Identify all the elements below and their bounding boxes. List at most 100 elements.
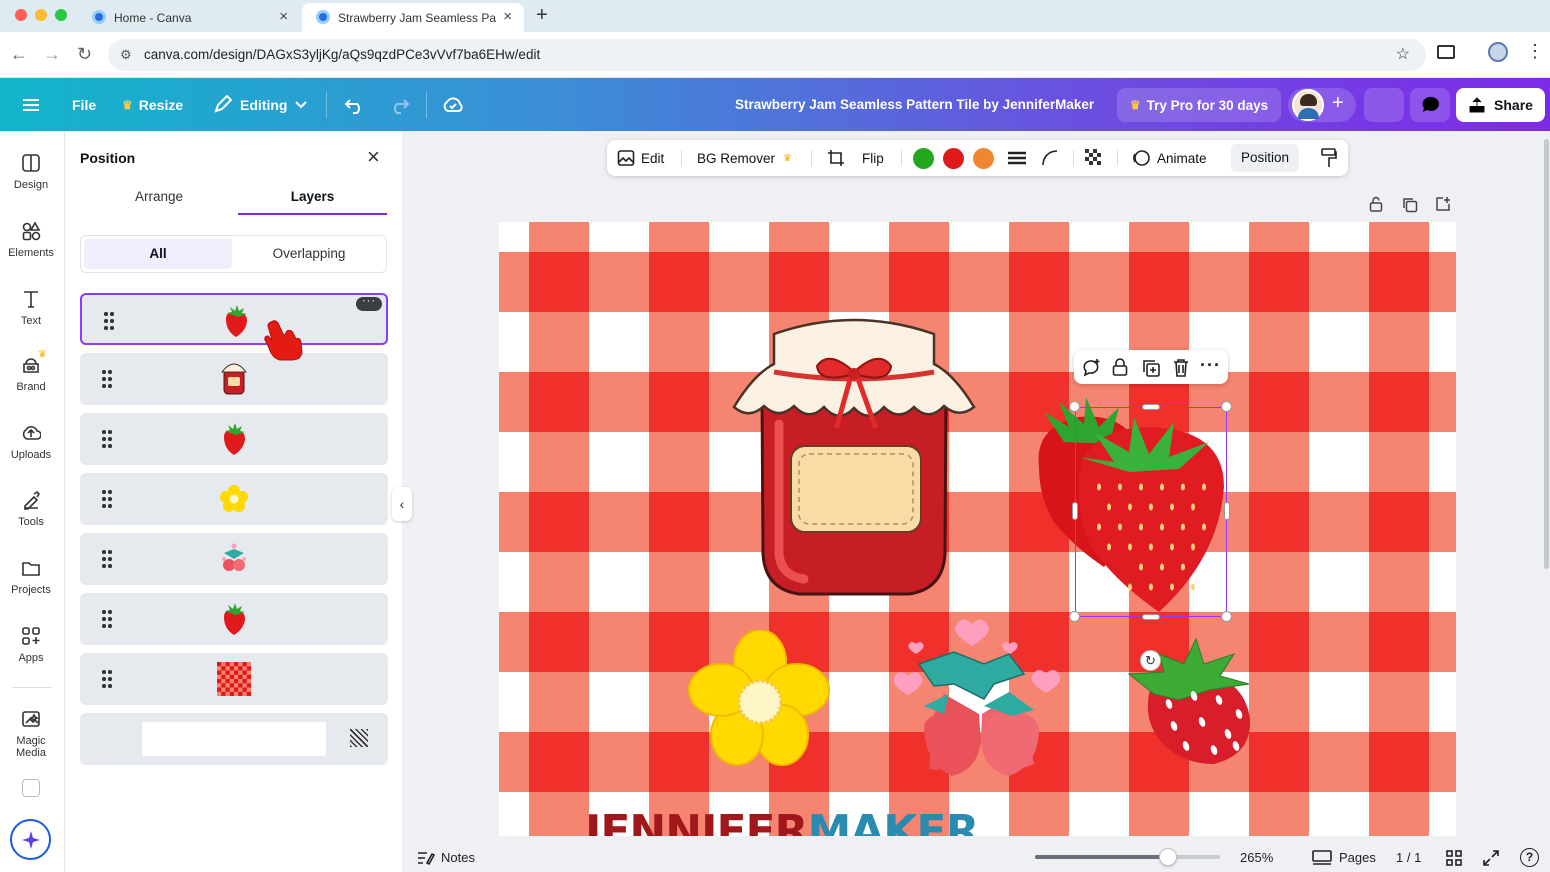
document-title[interactable]: Strawberry Jam Seamless Pattern Tile by … — [735, 78, 1094, 131]
resize-handle-bottom[interactable] — [1142, 614, 1160, 620]
duplicate-page-icon[interactable] — [1402, 197, 1418, 213]
close-tab-icon[interactable]: × — [279, 8, 288, 25]
layer-row-background[interactable] — [80, 713, 388, 765]
nav-brand[interactable]: ♛ Brand — [0, 349, 62, 393]
resize-handle-top-right[interactable] — [1221, 401, 1232, 412]
layer-row-flower[interactable] — [80, 473, 388, 525]
drag-handle-icon[interactable] — [102, 490, 112, 508]
file-menu-button[interactable]: File — [72, 78, 96, 131]
color-swatch-red[interactable] — [943, 148, 964, 169]
resize-handle-top[interactable] — [1142, 404, 1160, 410]
filter-overlapping[interactable]: Overlapping — [234, 239, 384, 269]
edit-image-button[interactable]: Edit — [617, 140, 664, 176]
crop-button[interactable] — [827, 140, 845, 176]
profile-avatar-icon[interactable] — [1488, 42, 1508, 62]
vertical-scrollbar[interactable] — [1544, 139, 1549, 569]
resize-handle-bottom-left[interactable] — [1069, 611, 1080, 622]
layer-row-strawberries-hearts[interactable] — [80, 533, 388, 585]
layer-row-strawberry[interactable]: ··· — [80, 293, 388, 345]
bg-remover-button[interactable]: BG Remover ♛ — [697, 140, 792, 176]
nav-magic-media[interactable]: Magic Media — [0, 709, 62, 759]
back-arrow-icon[interactable]: ← — [10, 44, 28, 65]
copy-style-button[interactable] — [1321, 140, 1337, 176]
resize-handle-bottom-right[interactable] — [1221, 611, 1232, 622]
nav-elements[interactable]: Elements — [0, 221, 62, 259]
drag-handle-icon[interactable] — [102, 670, 112, 688]
add-comment-icon[interactable] — [1082, 358, 1102, 378]
reload-icon[interactable]: ↻ — [77, 44, 92, 65]
border-style-button[interactable] — [1008, 140, 1026, 176]
animate-button[interactable]: Animate — [1131, 140, 1207, 176]
drag-handle-icon[interactable] — [104, 312, 114, 330]
lock-page-icon[interactable] — [1369, 196, 1383, 212]
help-button[interactable]: ? — [1520, 843, 1539, 872]
maximize-window-button[interactable] — [55, 9, 67, 21]
close-window-button[interactable] — [15, 9, 27, 21]
color-swatch-green[interactable] — [913, 148, 934, 169]
url-field[interactable]: ⚙ canva.com/design/DAGxS3yljKg/aQs9qzdPC… — [108, 39, 1426, 71]
minimize-window-button[interactable] — [35, 9, 47, 21]
nav-uploads[interactable]: Uploads — [0, 423, 62, 461]
layer-row-strawberry[interactable] — [80, 413, 388, 465]
resize-handle-right[interactable] — [1224, 502, 1230, 520]
drag-handle-icon[interactable] — [102, 430, 112, 448]
fullscreen-button[interactable] — [1483, 843, 1499, 872]
pages-button[interactable]: Pages — [1312, 843, 1376, 872]
tab-arrange[interactable]: Arrange — [85, 189, 233, 204]
duplicate-icon[interactable] — [1141, 358, 1161, 378]
editing-mode-dropdown[interactable]: Editing — [212, 78, 308, 131]
nav-text[interactable]: Text — [0, 289, 62, 327]
resize-button[interactable]: ♛ Resize — [122, 78, 183, 131]
nav-apps[interactable]: Apps — [0, 626, 62, 664]
main-menu-button[interactable] — [22, 78, 40, 131]
layer-row-gingham[interactable] — [80, 653, 388, 705]
new-tab-icon[interactable]: + — [536, 4, 548, 27]
save-status-button[interactable] — [442, 78, 464, 131]
insights-button[interactable] — [1364, 88, 1404, 122]
nav-tools[interactable]: Tools — [0, 490, 62, 528]
magic-assistant-button[interactable] — [10, 819, 51, 860]
resize-handle-top-left[interactable] — [1069, 401, 1080, 412]
drag-handle-icon[interactable] — [102, 550, 112, 568]
design-page[interactable]: JENNIFERMAKER — [499, 222, 1456, 836]
close-tab-icon[interactable]: × — [503, 8, 512, 25]
grid-view-button[interactable] — [1446, 843, 1462, 872]
comments-button[interactable] — [1410, 88, 1450, 122]
browser-menu-icon[interactable]: ⋮ — [1526, 41, 1544, 62]
collapse-panel-button[interactable]: ‹ — [392, 487, 412, 521]
layer-row-jam-jar[interactable] — [80, 353, 388, 405]
zoom-slider-track[interactable] — [1035, 848, 1220, 866]
collaborators-group[interactable]: + — [1288, 88, 1356, 122]
notes-button[interactable]: Notes — [417, 843, 475, 872]
corner-rounding-button[interactable] — [1041, 140, 1059, 176]
strawberries-hearts-graphic[interactable] — [894, 614, 1069, 779]
flip-button[interactable]: Flip — [862, 140, 884, 176]
nav-design[interactable]: Design — [0, 153, 62, 191]
resize-handle-left[interactable] — [1072, 502, 1078, 520]
nav-projects[interactable]: Projects — [0, 558, 62, 596]
undo-button[interactable] — [344, 78, 366, 131]
share-button[interactable]: Share — [1456, 88, 1545, 122]
jam-jar-graphic[interactable] — [729, 314, 979, 604]
zoom-percentage-button[interactable]: 265% — [1240, 843, 1273, 872]
more-options-icon[interactable]: ··· — [1200, 355, 1221, 376]
site-settings-icon[interactable]: ⚙ — [120, 39, 132, 71]
tab-layers[interactable]: Layers — [238, 189, 387, 215]
drag-handle-icon[interactable] — [102, 610, 112, 628]
layer-more-options-icon[interactable]: ··· — [356, 296, 382, 311]
drag-handle-icon[interactable] — [102, 370, 112, 388]
try-pro-button[interactable]: ♛ Try Pro for 30 days — [1117, 88, 1281, 122]
user-avatar[interactable] — [1292, 89, 1324, 121]
rotate-handle-icon[interactable]: ↻ — [1140, 650, 1161, 671]
filter-all[interactable]: All — [84, 239, 232, 269]
browser-tab-home[interactable]: Home - Canva × — [78, 3, 300, 32]
bookmark-star-icon[interactable]: ☆ — [1396, 39, 1410, 71]
yellow-flower-graphic[interactable] — [687, 630, 832, 770]
close-panel-icon[interactable]: × — [367, 146, 380, 168]
more-apps-icon[interactable] — [22, 779, 40, 797]
cast-icon[interactable] — [1437, 45, 1455, 59]
add-page-icon[interactable] — [1435, 196, 1451, 212]
color-swatch-orange[interactable] — [973, 148, 994, 169]
lock-icon[interactable] — [1112, 358, 1128, 376]
trash-icon[interactable] — [1172, 358, 1190, 377]
